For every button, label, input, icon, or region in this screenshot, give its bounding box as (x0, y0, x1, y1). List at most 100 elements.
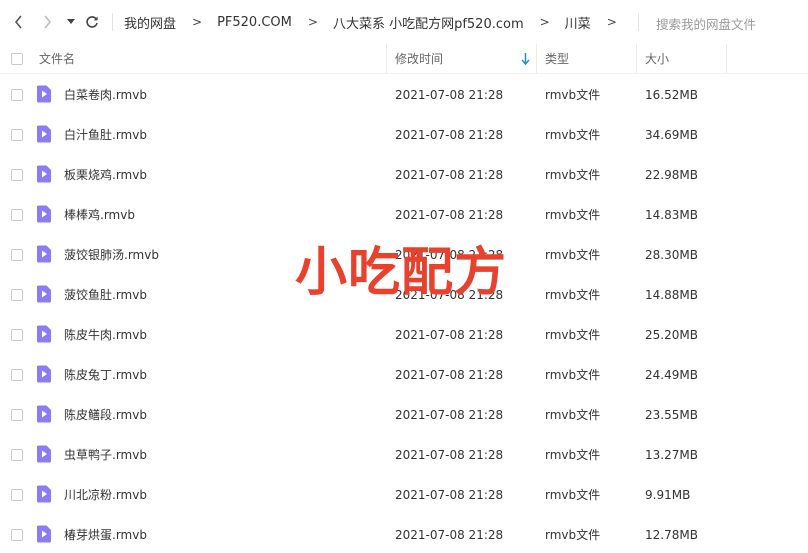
file-name[interactable]: 板栗烧鸡.rmvb (64, 154, 147, 194)
breadcrumb-separator: > (192, 15, 203, 29)
breadcrumb-item-sichuan[interactable]: 川菜 (565, 13, 591, 32)
refresh-icon (86, 16, 98, 28)
history-dropdown-button[interactable] (63, 11, 79, 33)
file-size: 16.52MB (645, 88, 698, 102)
file-list-header: 文件名 修改时间 类型 大小 (0, 44, 808, 74)
column-header-name[interactable]: 文件名 (39, 44, 385, 74)
column-header-modified[interactable]: 修改时间 (386, 44, 536, 74)
file-modified-time: 2021-07-08 21:28 (395, 88, 504, 102)
breadcrumb-item-pf520[interactable]: PF520.COM (217, 15, 292, 30)
file-name[interactable]: 虫草鸭子.rmvb (64, 434, 147, 474)
file-modified-time: 2021-07-08 21:28 (395, 328, 504, 342)
column-header-size[interactable]: 大小 (636, 44, 726, 74)
search-input[interactable]: 搜索我的网盘文件 (656, 14, 756, 33)
top-nav-bar: 我的网盘 > PF520.COM > 八大菜系 小吃配方网pf520.com >… (0, 0, 808, 44)
row-checkbox[interactable] (11, 529, 23, 541)
file-size: 34.69MB (645, 128, 698, 142)
file-type: rmvb文件 (545, 368, 601, 382)
video-file-icon (37, 485, 51, 503)
file-row[interactable]: 白菜卷肉.rmvb 2021-07-08 21:28 rmvb文件 16.52MB (0, 74, 808, 114)
file-row[interactable]: 陈皮兔丁.rmvb 2021-07-08 21:28 rmvb文件 24.49MB (0, 354, 808, 394)
row-checkbox[interactable] (11, 329, 23, 341)
file-name[interactable]: 椿芽烘蛋.rmvb (64, 514, 147, 553)
row-checkbox[interactable] (11, 369, 23, 381)
file-type: rmvb文件 (545, 168, 601, 182)
row-checkbox[interactable] (11, 449, 23, 461)
row-checkbox[interactable] (11, 409, 23, 421)
row-checkbox[interactable] (11, 169, 23, 181)
file-row[interactable]: 川北凉粉.rmvb 2021-07-08 21:28 rmvb文件 9.91MB (0, 474, 808, 514)
file-row[interactable]: 棒棒鸡.rmvb 2021-07-08 21:28 rmvb文件 14.83MB (0, 194, 808, 234)
file-name[interactable]: 白汁鱼肚.rmvb (64, 114, 147, 154)
file-modified-time: 2021-07-08 21:28 (395, 408, 504, 422)
forward-button[interactable] (36, 11, 58, 33)
video-file-icon (37, 245, 51, 263)
column-header-type[interactable]: 类型 (536, 44, 636, 74)
file-name[interactable]: 菠饺银肺汤.rmvb (64, 234, 159, 274)
divider (112, 13, 113, 31)
file-size: 12.78MB (645, 528, 698, 542)
file-type: rmvb文件 (545, 208, 601, 222)
file-modified-time: 2021-07-08 21:28 (395, 168, 504, 182)
file-type: rmvb文件 (545, 528, 601, 542)
file-row[interactable]: 板栗烧鸡.rmvb 2021-07-08 21:28 rmvb文件 22.98MB (0, 154, 808, 194)
row-checkbox[interactable] (11, 489, 23, 501)
divider (638, 13, 639, 31)
select-all-checkbox[interactable] (11, 53, 23, 65)
file-type: rmvb文件 (545, 448, 601, 462)
row-checkbox[interactable] (11, 209, 23, 221)
file-size: 23.55MB (645, 408, 698, 422)
file-type: rmvb文件 (545, 128, 601, 142)
file-size: 14.83MB (645, 208, 698, 222)
row-checkbox[interactable] (11, 129, 23, 141)
breadcrumb-item-cuisines[interactable]: 八大菜系 小吃配方网pf520.com (333, 13, 524, 32)
file-type: rmvb文件 (545, 408, 601, 422)
file-name[interactable]: 棒棒鸡.rmvb (64, 194, 135, 234)
file-type: rmvb文件 (545, 488, 601, 502)
breadcrumb-separator: > (606, 15, 617, 29)
file-name[interactable]: 陈皮兔丁.rmvb (64, 354, 147, 394)
refresh-button[interactable] (81, 11, 103, 33)
file-modified-time: 2021-07-08 21:28 (395, 528, 504, 542)
video-file-icon (37, 285, 51, 303)
row-checkbox[interactable] (11, 89, 23, 101)
file-type: rmvb文件 (545, 328, 601, 342)
breadcrumb: 我的网盘 > PF520.COM > 八大菜系 小吃配方网pf520.com >… (124, 0, 632, 44)
caret-down-icon (67, 19, 75, 24)
file-size: 22.98MB (645, 168, 698, 182)
file-type: rmvb文件 (545, 88, 601, 102)
file-list: 白菜卷肉.rmvb 2021-07-08 21:28 rmvb文件 16.52MB 白汁… (0, 74, 808, 553)
file-name[interactable]: 川北凉粉.rmvb (64, 474, 147, 514)
file-row[interactable]: 陈皮牛肉.rmvb 2021-07-08 21:28 rmvb文件 25.20MB (0, 314, 808, 354)
file-name[interactable]: 陈皮牛肉.rmvb (64, 314, 147, 354)
video-file-icon (37, 365, 51, 383)
file-type: rmvb文件 (545, 248, 601, 262)
file-size: 14.88MB (645, 288, 698, 302)
file-row[interactable]: 虫草鸭子.rmvb 2021-07-08 21:28 rmvb文件 13.27MB (0, 434, 808, 474)
breadcrumb-separator: > (307, 15, 318, 29)
back-button[interactable] (8, 11, 30, 33)
file-row[interactable]: 椿芽烘蛋.rmvb 2021-07-08 21:28 rmvb文件 12.78MB (0, 514, 808, 553)
file-modified-time: 2021-07-08 21:28 (395, 368, 504, 382)
file-row[interactable]: 白汁鱼肚.rmvb 2021-07-08 21:28 rmvb文件 34.69MB (0, 114, 808, 154)
video-file-icon (37, 445, 51, 463)
arrow-down-icon (521, 53, 530, 65)
breadcrumb-item-my-drive[interactable]: 我的网盘 (124, 13, 176, 32)
row-checkbox[interactable] (11, 249, 23, 261)
file-modified-time: 2021-07-08 21:28 (395, 128, 504, 142)
file-size: 13.27MB (645, 448, 698, 462)
file-name[interactable]: 陈皮鳝段.rmvb (64, 394, 147, 434)
row-checkbox[interactable] (11, 289, 23, 301)
video-file-icon (37, 205, 51, 223)
chevron-left-icon (14, 15, 22, 29)
watermark-text: 小吃配方 (295, 243, 508, 303)
file-row[interactable]: 陈皮鳝段.rmvb 2021-07-08 21:28 rmvb文件 23.55MB (0, 394, 808, 434)
video-file-icon (37, 85, 51, 103)
column-header-modified-label: 修改时间 (395, 52, 444, 66)
column-header-spacer (726, 44, 808, 74)
file-name[interactable]: 菠饺鱼肚.rmvb (64, 274, 147, 314)
file-size: 28.30MB (645, 248, 698, 262)
video-file-icon (37, 525, 51, 543)
file-name[interactable]: 白菜卷肉.rmvb (64, 74, 147, 114)
file-modified-time: 2021-07-08 21:28 (395, 208, 504, 222)
